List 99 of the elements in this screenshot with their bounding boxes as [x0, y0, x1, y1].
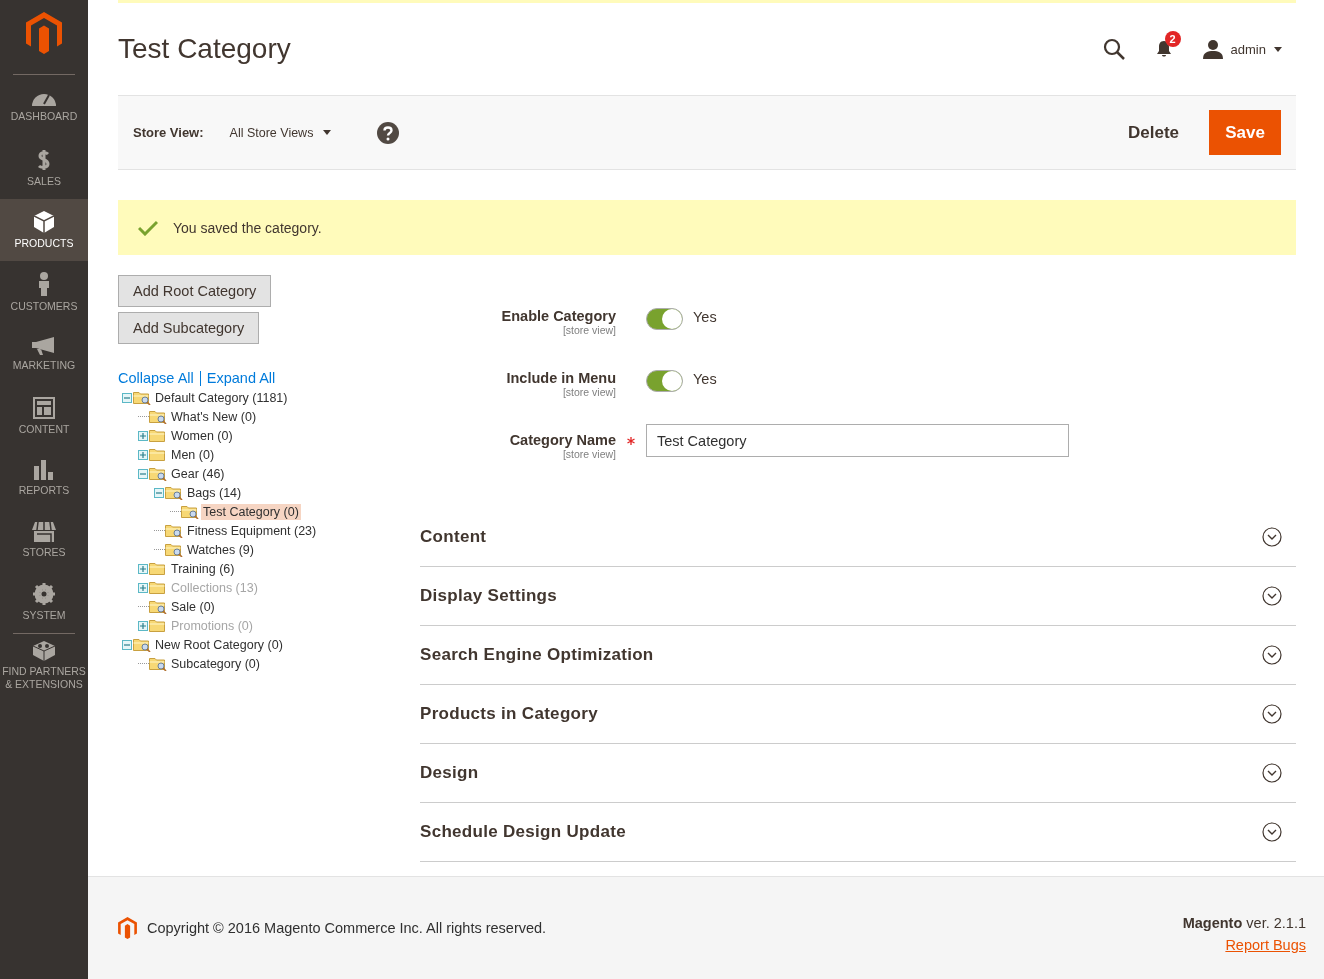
- chevron-icon[interactable]: [1262, 704, 1282, 724]
- tree-item[interactable]: Subcategory (0): [169, 655, 262, 672]
- scope-label: [store view]: [562, 448, 616, 460]
- store-view-dropdown[interactable]: All Store Views: [229, 125, 332, 140]
- tree-item[interactable]: Training (6): [169, 560, 237, 577]
- bar-chart-icon: [34, 459, 54, 480]
- folder-search-icon: [133, 637, 151, 652]
- caret-icon: [1274, 46, 1282, 52]
- folder-icon: [149, 561, 167, 576]
- tree-item[interactable]: New Root Category (0): [153, 636, 285, 653]
- copyright-text: Copyright © 2016 Magento Commerce Inc. All rights reserved.: [147, 920, 547, 936]
- help-icon[interactable]: [377, 121, 400, 144]
- chevron-icon[interactable]: [1262, 527, 1282, 547]
- section-title[interactable]: Schedule Design Update: [420, 822, 626, 842]
- user-menu[interactable]: admin: [1202, 39, 1282, 59]
- folder-search-icon: [149, 466, 167, 481]
- chevron-icon[interactable]: [1262, 822, 1282, 842]
- tree-item[interactable]: Gear (46): [169, 465, 227, 482]
- tree-item[interactable]: Watches (9): [185, 541, 256, 558]
- tree-item[interactable]: Women (0): [169, 427, 235, 444]
- section-title[interactable]: Content: [420, 527, 487, 547]
- section-title[interactable]: Search Engine Optimization: [420, 645, 654, 665]
- field-label: Include in Menu: [506, 370, 616, 386]
- expand-icon[interactable]: [138, 563, 148, 574]
- sidebar-item[interactable]: SALES: [0, 137, 88, 199]
- collapse-icon[interactable]: [138, 468, 148, 479]
- user-icon: [1202, 39, 1223, 59]
- sidebar-item[interactable]: CONTENT: [0, 385, 88, 447]
- person-icon: [38, 271, 50, 296]
- delete-button[interactable]: Delete: [1127, 122, 1179, 143]
- toggle-value: Yes: [693, 370, 717, 387]
- version-text: Magento ver. 2.1.1: [1182, 915, 1306, 931]
- section-title[interactable]: Display Settings: [420, 586, 558, 606]
- folder-search-icon: [181, 504, 199, 519]
- tree-item[interactable]: Test Category (0): [201, 503, 301, 520]
- folder-search-icon: [149, 656, 167, 671]
- toggle-value: Yes: [693, 308, 717, 325]
- field-label: Enable Category: [501, 308, 616, 324]
- sidebar-item[interactable]: PRODUCTS: [0, 199, 88, 261]
- tree-item[interactable]: Bags (14): [185, 484, 244, 501]
- collapse-icon[interactable]: [122, 639, 132, 650]
- toggle-switch[interactable]: [646, 370, 683, 392]
- sidebar-item[interactable]: STORES: [0, 509, 88, 571]
- folder-search-icon: [149, 599, 167, 614]
- folder-icon: [149, 447, 167, 462]
- field-label: Category Name: [509, 432, 616, 448]
- page-title: Test Category: [118, 33, 291, 65]
- tree-link[interactable]: Expand All: [206, 370, 276, 386]
- dollar-icon: [37, 148, 51, 171]
- tree-item[interactable]: Sale (0): [169, 598, 217, 615]
- toggle-switch[interactable]: [646, 308, 683, 330]
- folder-search-icon: [165, 485, 183, 500]
- box-icon: [34, 210, 54, 233]
- sidebar-item[interactable]: FIND PARTNERS & EXTENSIONS: [0, 634, 88, 696]
- expand-icon[interactable]: [138, 449, 148, 460]
- notification-count: 2: [1164, 31, 1181, 47]
- sidebar-item[interactable]: DASHBOARD: [0, 75, 88, 137]
- add-subcategory-button[interactable]: Add Subcategory: [118, 312, 260, 344]
- tree-item[interactable]: Men (0): [169, 446, 217, 463]
- sidebar-item[interactable]: MARKETING: [0, 323, 88, 385]
- folder-search-icon: [165, 523, 183, 538]
- store-view-label: Store View:: [133, 125, 204, 140]
- chevron-icon[interactable]: [1262, 586, 1282, 606]
- sidebar-item[interactable]: CUSTOMERS: [0, 261, 88, 323]
- message-text: You saved the category.: [173, 219, 322, 236]
- caret-icon: [323, 130, 332, 135]
- folder-search-icon: [165, 542, 183, 557]
- folder-icon: [149, 580, 167, 595]
- scope-label: [store view]: [562, 324, 616, 336]
- megaphone-icon: [32, 336, 56, 355]
- section-title[interactable]: Products in Category: [420, 704, 598, 724]
- brick-icon: [33, 639, 55, 661]
- layout-icon: [33, 396, 55, 419]
- gear-icon: [33, 582, 55, 605]
- folder-icon: [149, 618, 167, 633]
- tree-item[interactable]: Default Category (1181): [153, 389, 290, 406]
- sidebar-item[interactable]: SYSTEM: [0, 571, 88, 633]
- section-title[interactable]: Design: [420, 763, 479, 783]
- folder-icon: [149, 428, 167, 443]
- check-icon: [138, 219, 158, 236]
- expand-icon[interactable]: [138, 430, 148, 441]
- scope-label: [store view]: [562, 386, 616, 398]
- logo-icon[interactable]: [26, 12, 62, 54]
- folder-search-icon: [149, 409, 167, 424]
- chevron-icon[interactable]: [1262, 763, 1282, 783]
- search-icon[interactable]: [1102, 38, 1125, 60]
- logo-icon: [118, 917, 137, 939]
- folder-search-icon: [133, 390, 151, 405]
- tree-item[interactable]: Fitness Equipment (23): [185, 522, 319, 539]
- sidebar-item[interactable]: REPORTS: [0, 447, 88, 509]
- collapse-icon[interactable]: [154, 487, 164, 498]
- add-root-category-button[interactable]: Add Root Category: [118, 275, 272, 307]
- tree-item[interactable]: What's New (0): [169, 408, 259, 425]
- collapse-icon[interactable]: [122, 392, 132, 403]
- chevron-icon[interactable]: [1262, 645, 1282, 665]
- save-button[interactable]: Save: [1209, 110, 1281, 155]
- storefront-icon: [32, 521, 56, 542]
- tree-link[interactable]: Collapse All: [118, 370, 194, 386]
- category-name-field[interactable]: Test Category: [646, 424, 1069, 457]
